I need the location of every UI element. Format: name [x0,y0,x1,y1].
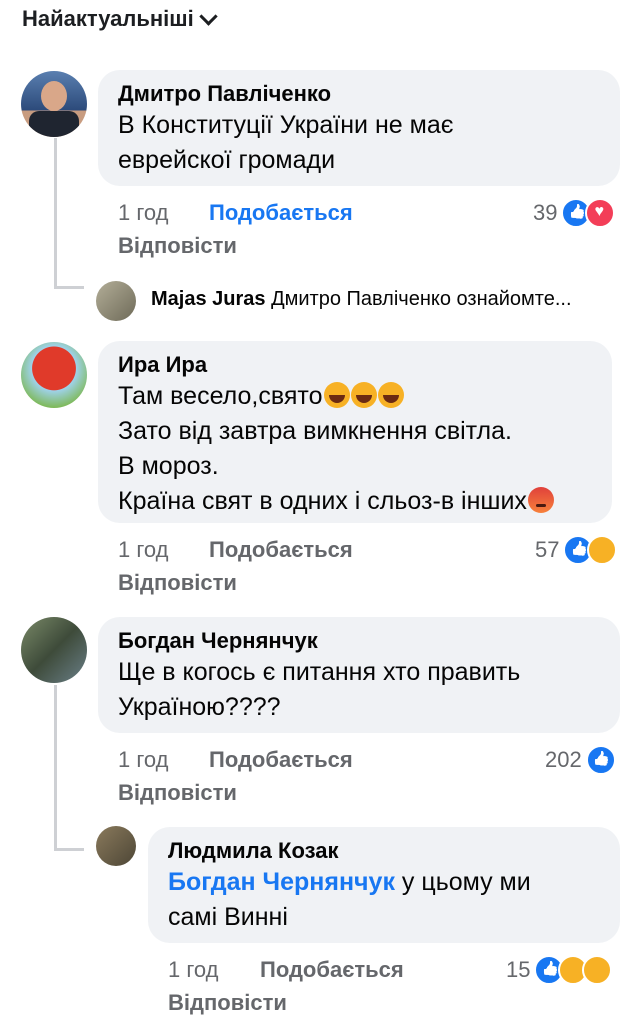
like-button[interactable]: Подобається [209,537,353,563]
comment-line: Зато від завтра вимкнення світла. [118,417,512,445]
reaction-count: 202 [545,747,582,772]
like-button[interactable]: Подобається [260,957,404,983]
thread-line [54,685,57,850]
angry-emoji-icon [527,487,554,513]
comment-text: Ще в когось є питання хто править Україн… [118,658,521,721]
reactions-summary[interactable]: 15 [506,955,613,985]
comment-time[interactable]: 1 год [118,537,168,563]
reply-button[interactable]: Відповісти [118,780,237,806]
comment-bubble: Людмила Козак Богдан Чернянчук у цьому м… [148,827,620,943]
love-icon [585,198,616,228]
reply-button[interactable]: Відповісти [168,990,287,1016]
comment-time[interactable]: 1 год [118,200,168,226]
sad-icon [587,535,618,565]
like-button[interactable]: Подобається [209,200,353,226]
thread-line [54,848,84,851]
laughing-emoji-icon [377,382,404,408]
reply-preview-author: Majas Juras [151,288,266,310]
chevron-down-icon [199,6,218,26]
comment-bubble: Богдан Чернянчук Ще в когось є питання х… [98,617,620,733]
comment-line: у цьому ми [394,868,531,896]
comment-author[interactable]: Богдан Чернянчук [118,627,600,655]
comment-bubble: Дмитро Павліченко В Конституції України … [98,70,620,186]
reaction-count: 57 [535,537,560,562]
thread-line [54,286,84,289]
reaction-count: 15 [506,957,531,982]
haha-icon [582,955,613,985]
avatar[interactable] [21,71,87,137]
avatar[interactable] [21,342,87,408]
comment-author[interactable]: Ира Ира [118,351,592,379]
like-button[interactable]: Подобається [209,747,353,773]
laughing-emoji-icon [350,382,377,408]
reaction-count: 39 [533,200,558,225]
reactions-summary[interactable]: 39 [533,198,616,228]
comment-time[interactable]: 1 год [118,747,168,773]
laughing-emoji-icon [323,382,350,408]
avatar[interactable] [21,617,87,683]
avatar[interactable] [96,281,136,321]
sort-dropdown[interactable]: Найактуальніші [22,6,218,32]
comment-time[interactable]: 1 год [168,957,218,983]
avatar[interactable] [96,826,136,866]
reactions-summary[interactable]: 57 [535,535,618,565]
comment-text: В Конституції України не має еврейскої г… [118,111,454,174]
comment-author[interactable]: Дмитро Павліченко [118,80,600,108]
mention-link[interactable]: Богдан Чернянчук [168,868,395,896]
sort-label: Найактуальніші [22,6,194,31]
thread-line [54,138,57,288]
comment-text: Там весело,свято Зато від завтра вимкнен… [118,379,592,519]
comment-bubble: Ира Ира Там весело,свято Зато від завтра… [98,341,612,523]
reply-button[interactable]: Відповісти [118,570,237,596]
comment-line: Там весело,свято [118,382,323,410]
comment-text: Богдан Чернянчук у цьому ми самі Винні [168,865,600,935]
comment-author[interactable]: Людмила Козак [168,837,600,865]
reply-preview[interactable]: Majas Juras Дмитро Павліченко ознайомте.… [151,288,572,311]
reply-button[interactable]: Відповісти [118,233,237,259]
comment-line: В мороз. [118,452,219,480]
reply-preview-text: Дмитро Павліченко ознайомте... [271,288,572,310]
like-icon [585,745,616,775]
comment-line: Країна свят в одних і сльоз-в інших [118,487,527,515]
reactions-summary[interactable]: 202 [545,745,616,775]
comment-line: самі Винні [168,903,288,931]
